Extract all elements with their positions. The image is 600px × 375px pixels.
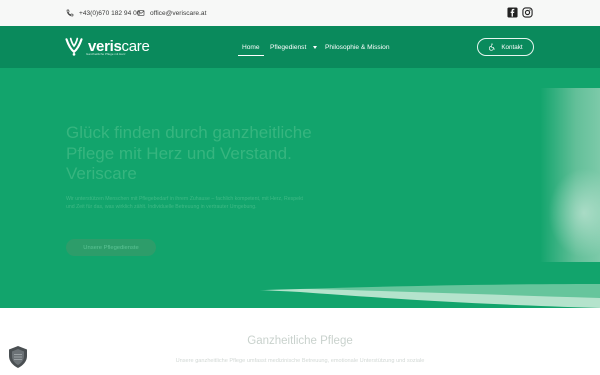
phone-icon — [66, 9, 74, 17]
site-header: veriscare Ganzheitliche Pflege mit Herz … — [0, 26, 600, 68]
hero-subtitle: Wir unterstützen Menschen mit Pflegebeda… — [66, 196, 304, 210]
wave-divider — [0, 262, 600, 308]
hero-title: Glück finden durch ganzheitliche Pflege … — [66, 123, 312, 183]
security-badge-icon[interactable] — [6, 345, 30, 369]
instagram-icon[interactable] — [522, 7, 533, 18]
nav-philosophie-label: Philosophie & Mission — [325, 43, 390, 51]
nav-philosophie[interactable]: Philosophie & Mission — [325, 26, 390, 68]
mail-icon — [137, 10, 145, 16]
email-address: office@veriscare.at — [150, 9, 207, 17]
section-text: Unsere ganzheitliche Pflege umfasst medi… — [175, 358, 425, 364]
facebook-icon[interactable] — [507, 7, 518, 18]
nav-home-label: Home — [242, 43, 260, 51]
logo-tagline: Ganzheitliche Pflege mit Herz — [86, 52, 126, 56]
hero-services-button[interactable]: Unsere Pflegedienste — [66, 239, 156, 256]
section-title: Ganzheitliche Pflege — [247, 335, 353, 347]
phone-number: +43(0)670 182 94 00 — [79, 9, 141, 17]
veriscare-logo-icon — [65, 37, 83, 56]
hero-button-label: Unsere Pflegedienste — [83, 244, 139, 251]
nav-pflegedienst[interactable]: Pflegedienst — [270, 26, 318, 68]
hero-image-highlight — [548, 168, 600, 258]
nav-home[interactable]: Home — [238, 26, 264, 68]
nav-pflegedienst-label: Pflegedienst — [270, 43, 307, 51]
kontakt-button[interactable]: Kontakt — [477, 38, 534, 56]
contact-topbar: +43(0)670 182 94 00 office@veriscare.at — [0, 0, 600, 26]
phone-contact[interactable]: +43(0)670 182 94 00 — [66, 0, 140, 26]
wheelchair-icon — [489, 43, 495, 51]
email-contact[interactable]: office@veriscare.at — [137, 0, 206, 26]
active-underline — [238, 55, 264, 56]
logo[interactable]: veriscare Ganzheitliche Pflege mit Herz — [64, 35, 150, 57]
chevron-down-icon — [313, 45, 318, 49]
kontakt-label: Kontakt — [501, 43, 523, 51]
